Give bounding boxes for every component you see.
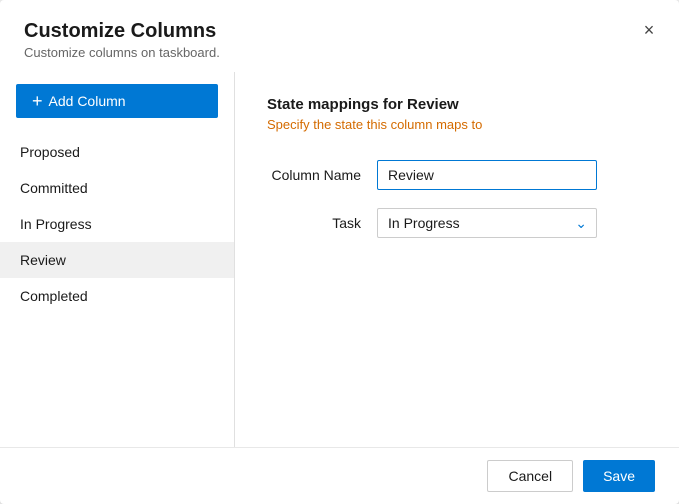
dialog-title: Customize Columns: [24, 20, 655, 43]
sidebar: + Add Column Proposed Committed In Progr…: [0, 72, 235, 447]
add-column-label: Add Column: [49, 93, 126, 109]
task-row: Task In Progress To Do Done ⌄: [267, 208, 647, 238]
sidebar-item-committed[interactable]: Committed: [0, 170, 234, 206]
main-panel: State mappings for Review Specify the st…: [235, 72, 679, 447]
sidebar-item-review[interactable]: Review: [0, 242, 234, 278]
add-column-button[interactable]: + Add Column: [16, 84, 218, 118]
sidebar-item-proposed[interactable]: Proposed: [0, 134, 234, 170]
close-button[interactable]: ×: [635, 16, 663, 44]
column-name-label: Column Name: [267, 167, 377, 183]
column-name-input[interactable]: [377, 160, 597, 190]
panel-subtitle: Specify the state this column maps to: [267, 117, 647, 132]
dialog-subtitle: Customize columns on taskboard.: [24, 45, 655, 60]
dialog-body: + Add Column Proposed Committed In Progr…: [0, 72, 679, 447]
task-select-wrapper: In Progress To Do Done ⌄: [377, 208, 597, 238]
save-button[interactable]: Save: [583, 460, 655, 492]
dialog-footer: Cancel Save: [0, 447, 679, 504]
task-select[interactable]: In Progress To Do Done: [377, 208, 597, 238]
cancel-button[interactable]: Cancel: [487, 460, 573, 492]
customize-columns-dialog: Customize Columns Customize columns on t…: [0, 0, 679, 504]
task-label: Task: [267, 215, 377, 231]
dialog-header: Customize Columns Customize columns on t…: [0, 0, 679, 72]
column-name-row: Column Name: [267, 160, 647, 190]
sidebar-item-completed[interactable]: Completed: [0, 278, 234, 314]
close-icon: ×: [644, 20, 655, 41]
panel-title: State mappings for Review: [267, 96, 647, 113]
plus-icon: +: [32, 92, 43, 110]
sidebar-item-in-progress[interactable]: In Progress: [0, 206, 234, 242]
